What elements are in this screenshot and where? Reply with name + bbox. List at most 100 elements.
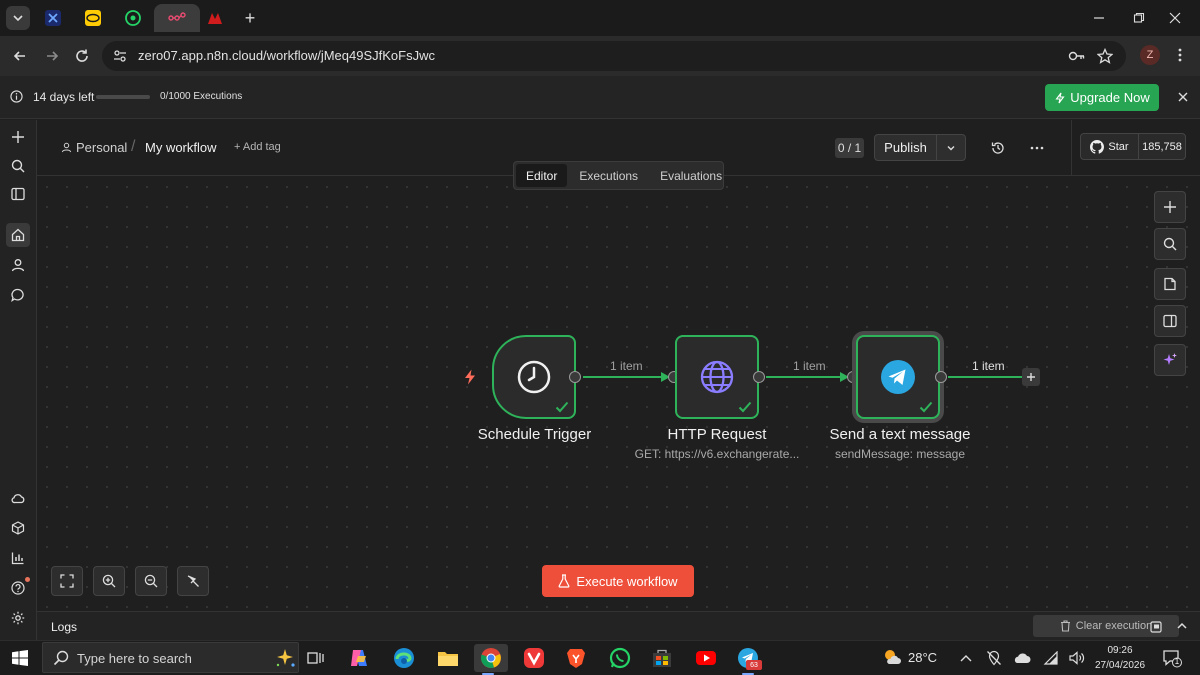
taskbar-microsoft-store[interactable]: [648, 644, 676, 672]
add-node-panel-button[interactable]: [1154, 191, 1186, 223]
chat-bubble-icon: [11, 288, 24, 302]
tray-onedrive[interactable]: [1013, 650, 1031, 666]
zoom-in-button[interactable]: [93, 566, 125, 596]
whatsapp-icon: [609, 647, 631, 669]
workflow-menu-button[interactable]: [1027, 138, 1047, 158]
taskbar-vivaldi[interactable]: [520, 644, 548, 672]
url-bar[interactable]: zero07.app.n8n.cloud/workflow/jMeq49SJfK…: [102, 41, 1126, 71]
logs-popout-button[interactable]: [1147, 617, 1165, 635]
node-http-request[interactable]: [675, 335, 759, 419]
browser-tab-4-active[interactable]: [154, 4, 200, 32]
execute-workflow-button[interactable]: Execute workflow: [542, 565, 694, 597]
github-star-part[interactable]: Star: [1081, 134, 1139, 159]
forward-button[interactable]: [40, 44, 64, 68]
telegram-icon: [881, 360, 915, 394]
sidebar-overview-button[interactable]: [6, 223, 30, 247]
zoom-to-fit-button[interactable]: [51, 566, 83, 596]
password-key-icon[interactable]: [1068, 47, 1086, 65]
github-star-button[interactable]: Star 185,758: [1080, 133, 1186, 160]
taskbar-clock[interactable]: 09:26 27/04/2026: [1090, 643, 1150, 673]
sidebar-toggle-button[interactable]: [6, 182, 30, 206]
tray-volume[interactable]: [1068, 650, 1086, 666]
start-button[interactable]: [12, 650, 28, 669]
taskbar-copilot[interactable]: [346, 644, 374, 672]
sidebar-search-button[interactable]: [6, 154, 30, 178]
browser-address-bar: zero07.app.n8n.cloud/workflow/jMeq49SJfK…: [0, 36, 1200, 76]
send-message-output-handle[interactable]: [935, 371, 947, 383]
upgrade-now-label: Upgrade Now: [1070, 90, 1150, 105]
tab-evaluations[interactable]: Evaluations: [650, 164, 732, 187]
add-tag-button[interactable]: + Add tag: [234, 141, 281, 153]
browser-tab-2[interactable]: [74, 4, 112, 32]
task-view-button[interactable]: [302, 644, 330, 672]
sidebar-personal-button[interactable]: [6, 253, 30, 277]
close-banner-button[interactable]: [1174, 88, 1192, 106]
search-nodes-button[interactable]: [1154, 228, 1186, 260]
search-highlight-icon: [275, 647, 297, 674]
tab-editor[interactable]: Editor: [516, 164, 568, 187]
add-sticky-note-button[interactable]: [1154, 268, 1186, 300]
node-send-text-message[interactable]: [856, 335, 940, 419]
workflow-canvas[interactable]: [37, 177, 1200, 611]
sidebar-create-button[interactable]: [6, 125, 30, 149]
store-icon: [653, 649, 671, 667]
weather-temperature: 28°C: [908, 649, 938, 665]
minimize-button[interactable]: [1084, 6, 1114, 30]
restore-button[interactable]: [1124, 6, 1154, 30]
publish-button[interactable]: Publish: [875, 135, 937, 160]
toggle-panel-button[interactable]: [1154, 305, 1186, 337]
tab-search-menu-button[interactable]: [6, 6, 30, 30]
taskbar-file-explorer[interactable]: [434, 644, 462, 672]
sidebar-templates-button[interactable]: [6, 516, 30, 540]
notification-center-button[interactable]: 1: [1162, 648, 1182, 671]
tray-location-off[interactable]: [985, 650, 1003, 666]
upgrade-now-button[interactable]: Upgrade Now: [1045, 84, 1159, 111]
reload-button[interactable]: [70, 44, 94, 68]
task-view-icon: [307, 652, 324, 664]
browser-tab-3[interactable]: [114, 4, 152, 32]
taskbar-edge[interactable]: [390, 644, 418, 672]
close-window-button[interactable]: [1160, 6, 1190, 30]
site-settings-icon[interactable]: [112, 48, 128, 67]
sidebar-insights-button[interactable]: [6, 546, 30, 570]
node-schedule-trigger[interactable]: [492, 335, 576, 419]
url-text[interactable]: zero07.app.n8n.cloud/workflow/jMeq49SJfK…: [138, 48, 435, 63]
workflow-name[interactable]: My workflow: [145, 140, 217, 155]
tray-wifi[interactable]: [1042, 650, 1060, 666]
browser-menu-button[interactable]: [1170, 45, 1190, 65]
taskbar-search-box[interactable]: Type here to search: [42, 642, 299, 673]
publish-button-group: Publish: [874, 134, 966, 161]
breadcrumb-project[interactable]: Personal: [61, 140, 127, 155]
location-off-icon: [987, 650, 1001, 666]
taskbar-youtube[interactable]: [692, 644, 720, 672]
tab-executions[interactable]: Executions: [569, 164, 648, 187]
logs-panel-bar[interactable]: Logs Clear execution: [37, 611, 1200, 640]
n8n-favicon-icon: [168, 12, 186, 21]
browser-tab-1[interactable]: [34, 4, 72, 32]
add-next-node-button[interactable]: [1022, 368, 1040, 386]
zoom-out-button[interactable]: [135, 566, 167, 596]
taskbar-chrome[interactable]: [474, 644, 508, 675]
taskbar-whatsapp[interactable]: [606, 644, 634, 672]
browser-tab-5[interactable]: [196, 4, 234, 32]
sidebar-cloud-admin-button[interactable]: [6, 486, 30, 510]
back-button[interactable]: [8, 44, 32, 68]
bookmark-star-icon[interactable]: [1096, 47, 1114, 65]
weather-widget[interactable]: 28°C: [882, 648, 937, 666]
ai-assistant-button[interactable]: [1154, 344, 1186, 376]
copilot-icon: [351, 650, 367, 666]
sidebar-chat-button[interactable]: [6, 283, 30, 307]
profile-avatar[interactable]: Z: [1140, 45, 1160, 65]
taskbar-brave[interactable]: [562, 644, 590, 672]
sidebar-settings-button[interactable]: [6, 606, 30, 630]
workflow-history-button[interactable]: [988, 138, 1008, 158]
clock-icon: [517, 360, 551, 394]
logs-expand-button[interactable]: [1173, 617, 1191, 635]
new-tab-button[interactable]: +: [240, 6, 260, 30]
http-request-output-handle[interactable]: [753, 371, 765, 383]
schedule-trigger-output-handle[interactable]: [569, 371, 581, 383]
node-label-send-text-message: Send a text message: [829, 426, 971, 443]
tidy-up-button[interactable]: [177, 566, 209, 596]
publish-options-button[interactable]: [937, 135, 965, 160]
show-hidden-icons-button[interactable]: [957, 650, 975, 666]
